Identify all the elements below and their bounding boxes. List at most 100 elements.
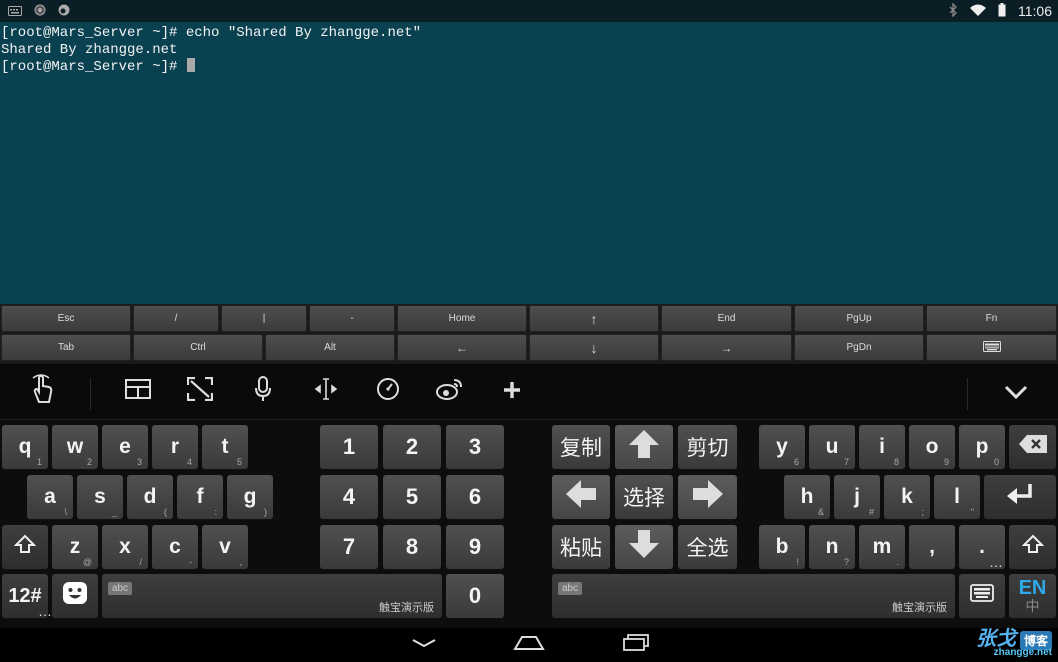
paste-key[interactable]: 粘贴 (552, 525, 610, 569)
language-switch-key[interactable]: EN 中 (1009, 574, 1056, 618)
key-r[interactable]: r4 (152, 425, 198, 469)
key-x[interactable]: x / (102, 525, 148, 569)
key-2[interactable]: 2 (383, 425, 441, 469)
key-f[interactable]: f: (177, 475, 223, 519)
speed-button[interactable] (368, 372, 408, 412)
keyboard-switch-key[interactable] (959, 574, 1005, 618)
key-z[interactable]: z @ (52, 525, 98, 569)
key-label: , (929, 535, 935, 558)
key-c[interactable]: c- (152, 525, 198, 569)
terminal-line: [root@Mars_Server ~]# echo "Shared By zh… (1, 25, 422, 41)
key-a[interactable]: a \ (27, 475, 73, 519)
cursor-button[interactable] (306, 372, 346, 412)
select-key[interactable]: 选择 (615, 475, 673, 519)
key-6[interactable]: 6 (446, 475, 504, 519)
key-sublabel: 0 (993, 457, 999, 467)
key-y[interactable]: y6 (759, 425, 805, 469)
key-q[interactable]: q1 (2, 425, 48, 469)
key-j[interactable]: j # (834, 475, 880, 519)
key-s[interactable]: s _ (77, 475, 123, 519)
key-period[interactable]: .… (959, 525, 1005, 570)
pgup-key[interactable]: PgUp (794, 305, 924, 332)
key-o[interactable]: o9 (909, 425, 955, 469)
voice-input-button[interactable] (243, 372, 283, 412)
key-sublabel: _ (111, 507, 117, 517)
select-all-key[interactable]: 全选 (678, 525, 737, 569)
tab-key[interactable]: Tab (1, 334, 131, 361)
key-u[interactable]: u7 (809, 425, 855, 469)
key-n[interactable]: n? (809, 525, 855, 569)
dash-key[interactable]: - (309, 305, 395, 332)
weibo-button[interactable] (430, 372, 470, 412)
back-button[interactable] (404, 633, 444, 657)
key-h[interactable]: h & (784, 475, 830, 519)
pgdn-key[interactable]: PgDn (794, 334, 924, 361)
key-p[interactable]: p0 (959, 425, 1005, 469)
arrow-left-key[interactable]: ← (397, 334, 527, 361)
resize-button[interactable] (180, 372, 220, 412)
end-key[interactable]: End (661, 305, 792, 332)
cursor-down-key[interactable] (615, 525, 673, 569)
esc-key[interactable]: Esc (1, 305, 131, 332)
keyboard-toggle-key[interactable] (926, 334, 1057, 361)
emoji-key[interactable] (52, 574, 98, 618)
cut-key[interactable]: 剪切 (678, 425, 737, 469)
pipe-key[interactable]: | (221, 305, 307, 332)
fn-key[interactable]: Fn (926, 305, 1057, 332)
microphone-icon (254, 376, 272, 408)
key-sublabel: 5 (236, 457, 242, 467)
key-v[interactable]: v, (202, 525, 248, 569)
key-l[interactable]: l " (934, 475, 980, 519)
key-sublabel: ; (921, 507, 924, 517)
cursor-up-key[interactable] (615, 425, 673, 469)
hide-keyboard-button[interactable] (996, 372, 1036, 412)
key-label: x (119, 535, 131, 558)
space-bar-left[interactable]: abc 触宝演示版 (102, 574, 442, 618)
key-sublabel: 8 (893, 457, 899, 467)
key-sublabel: & (817, 507, 824, 517)
key-e[interactable]: e3 (102, 425, 148, 469)
key-k[interactable]: k; (884, 475, 930, 519)
arrow-right-icon (691, 479, 725, 515)
ctrl-key[interactable]: Ctrl (133, 334, 263, 361)
gesture-button[interactable] (22, 372, 62, 412)
shift-key-left[interactable] (2, 525, 48, 569)
key-i[interactable]: i8 (859, 425, 905, 469)
key-1[interactable]: 1 (320, 425, 378, 469)
terminal-prompt-line: [root@Mars_Server ~]# (1, 58, 1058, 75)
home-key[interactable]: Home (397, 305, 527, 332)
backspace-key[interactable] (1009, 425, 1056, 469)
alt-key[interactable]: Alt (265, 334, 395, 361)
space-bar-right[interactable]: abc 触宝演示版 (552, 574, 955, 618)
cursor-left-key[interactable] (552, 475, 610, 519)
key-d[interactable]: d( (127, 475, 173, 519)
enter-key[interactable] (984, 475, 1056, 519)
key-3[interactable]: 3 (446, 425, 504, 469)
add-button[interactable] (492, 372, 532, 412)
arrow-up-key[interactable]: ↑ (529, 305, 659, 332)
key-5[interactable]: 5 (383, 475, 441, 519)
terminal-view[interactable]: [root@Mars_Server ~]# echo "Shared By zh… (0, 22, 1058, 304)
copy-key[interactable]: 复制 (552, 425, 610, 469)
recent-apps-button[interactable] (616, 633, 656, 657)
key-4[interactable]: 4 (320, 475, 378, 519)
shift-key-right[interactable] (1009, 525, 1056, 569)
key-comma[interactable]: , (909, 525, 955, 569)
key-t[interactable]: t5 (202, 425, 248, 469)
cursor-right-key[interactable] (678, 475, 737, 519)
key-8[interactable]: 8 (383, 525, 441, 569)
layout-button[interactable] (118, 372, 158, 412)
key-g[interactable]: g) (227, 475, 273, 519)
home-button[interactable] (509, 633, 549, 657)
key-b[interactable]: b! (759, 525, 805, 569)
arrow-right-key[interactable]: → (661, 334, 792, 361)
key-0[interactable]: 0 (446, 574, 504, 618)
slash-key[interactable]: / (133, 305, 219, 332)
key-m[interactable]: m. (859, 525, 905, 569)
symbols-key[interactable]: 12#… (2, 574, 52, 619)
key-7[interactable]: 7 (320, 525, 378, 569)
arrow-down-key[interactable]: ↓ (529, 334, 659, 361)
key-9[interactable]: 9 (446, 525, 504, 569)
key-w[interactable]: w2 (52, 425, 98, 469)
status-bar: 11:06 (0, 0, 1058, 22)
